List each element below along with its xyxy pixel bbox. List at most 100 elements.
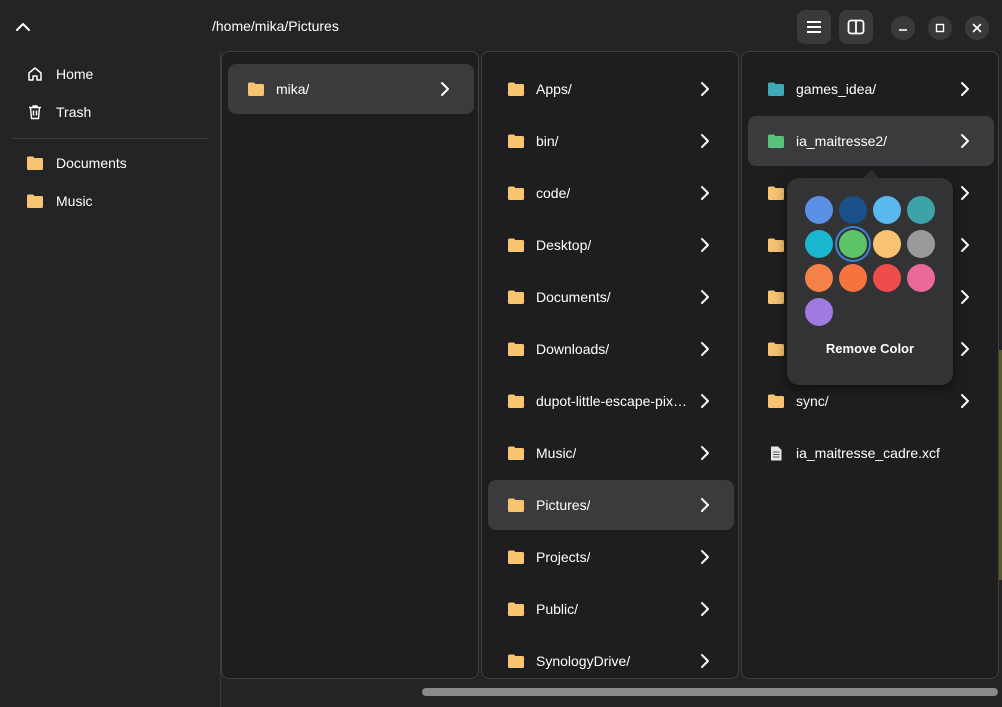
sidebar-item-label: Documents — [56, 155, 127, 171]
list-item[interactable]: Apps/ — [488, 64, 734, 114]
chevron-right-icon — [701, 550, 709, 564]
item-name: ia_maitresse_cadre.xcf — [796, 445, 940, 461]
folder-icon — [508, 550, 524, 564]
folder-icon — [508, 238, 524, 252]
chevron-right-icon — [701, 134, 709, 148]
color-swatch-gray[interactable] — [907, 230, 935, 258]
remove-color-button[interactable]: Remove Color — [787, 341, 953, 356]
minimize-icon — [899, 29, 907, 31]
list-item[interactable]: games_idea/ — [748, 64, 994, 114]
folder-color-popover: Remove Color — [787, 178, 953, 385]
close-icon — [972, 23, 982, 33]
sidebar-item-music[interactable]: Music — [14, 183, 210, 219]
collapse-sidebar-button[interactable] — [10, 14, 36, 40]
folder-icon — [768, 82, 784, 96]
color-swatch-blue[interactable] — [805, 196, 833, 224]
list-item[interactable]: Projects/ — [488, 532, 734, 582]
folder-icon — [508, 446, 524, 460]
list-item[interactable]: bin/ — [488, 116, 734, 166]
item-name: Apps/ — [536, 81, 572, 97]
view-toggle-button[interactable] — [839, 10, 873, 44]
chevron-right-icon — [701, 654, 709, 668]
item-name: Projects/ — [536, 549, 591, 565]
file-icon — [768, 446, 784, 460]
color-swatch-pink[interactable] — [907, 264, 935, 292]
list-item[interactable]: Desktop/ — [488, 220, 734, 270]
chevron-up-icon — [16, 23, 30, 31]
folder-icon — [26, 154, 44, 172]
item-name: Pictures/ — [536, 497, 591, 513]
item-name: mika/ — [276, 81, 310, 97]
close-button[interactable] — [965, 16, 989, 40]
list-item[interactable]: Documents/ — [488, 272, 734, 322]
chevron-right-icon — [701, 394, 709, 408]
item-name: Desktop/ — [536, 237, 592, 253]
folder-icon — [508, 82, 524, 96]
color-swatch-green[interactable] — [839, 230, 867, 258]
list-item[interactable]: Downloads/ — [488, 324, 734, 374]
sidebar-divider — [12, 138, 208, 139]
folder-icon — [768, 238, 784, 252]
folder-icon — [768, 394, 784, 408]
list-item[interactable]: SynologyDrive/ — [488, 636, 734, 678]
list-item[interactable]: code/ — [488, 168, 734, 218]
sidebar: Home Trash Documents Music — [0, 52, 220, 707]
location-path[interactable]: /home/mika/Pictures — [212, 18, 339, 34]
color-swatch-purple[interactable] — [805, 298, 833, 326]
list-item[interactable]: Public/ — [488, 584, 734, 634]
list-item[interactable]: ia_maitresse_cadre.xcf — [748, 428, 994, 478]
file-manager-window: /home/mika/Pictures Home Trash Documents… — [0, 0, 1002, 707]
chevron-right-icon — [701, 446, 709, 460]
list-item[interactable]: ia_maitresse2/ — [748, 116, 994, 166]
chevron-right-icon — [961, 342, 969, 356]
folder-icon — [508, 498, 524, 512]
sidebar-item-documents[interactable]: Documents — [14, 145, 210, 181]
folder-icon — [508, 602, 524, 616]
folder-icon — [768, 186, 784, 200]
color-swatch-teal[interactable] — [907, 196, 935, 224]
chevron-right-icon — [961, 394, 969, 408]
sidebar-item-home[interactable]: Home — [14, 56, 210, 92]
list-item[interactable]: mika/ — [228, 64, 474, 114]
color-swatch-orange[interactable] — [839, 264, 867, 292]
chevron-right-icon — [961, 82, 969, 96]
folder-icon — [768, 290, 784, 304]
chevron-right-icon — [961, 186, 969, 200]
minimize-button[interactable] — [891, 16, 915, 40]
item-name: bin/ — [536, 133, 559, 149]
column-2: Apps/ bin/ code/ Desktop/ Documents/ Dow… — [481, 51, 739, 679]
sidebar-item-label: Music — [56, 193, 93, 209]
sidebar-item-trash[interactable]: Trash — [14, 94, 210, 130]
color-swatch-cyan[interactable] — [805, 230, 833, 258]
list-item[interactable]: Music/ — [488, 428, 734, 478]
color-swatch-light-orange[interactable] — [805, 264, 833, 292]
horizontal-scrollbar[interactable] — [422, 688, 998, 696]
split-view-icon — [847, 19, 865, 35]
hamburger-menu-icon — [807, 21, 821, 33]
maximize-icon — [935, 23, 945, 33]
item-name: Downloads/ — [536, 341, 610, 357]
chevron-right-icon — [701, 290, 709, 304]
item-name: sync/ — [796, 393, 829, 409]
item-name: Documents/ — [536, 289, 611, 305]
sidebar-item-label: Trash — [56, 104, 92, 120]
color-swatch-red[interactable] — [873, 264, 901, 292]
chevron-right-icon — [961, 134, 969, 148]
folder-icon — [508, 290, 524, 304]
item-name: dupot-little-escape-pix… — [536, 393, 687, 409]
color-swatch-dark-blue[interactable] — [839, 196, 867, 224]
list-item[interactable]: dupot-little-escape-pix… — [488, 376, 734, 426]
color-swatch-light-blue[interactable] — [873, 196, 901, 224]
chevron-right-icon — [701, 342, 709, 356]
item-name: code/ — [536, 185, 571, 201]
color-swatch-yellow[interactable] — [873, 230, 901, 258]
chevron-right-icon — [441, 82, 449, 96]
folder-icon — [248, 82, 264, 96]
chevron-right-icon — [701, 602, 709, 616]
maximize-button[interactable] — [928, 16, 952, 40]
menu-button[interactable] — [797, 10, 831, 44]
folder-icon — [768, 342, 784, 356]
list-item[interactable]: Pictures/ — [488, 480, 734, 530]
chevron-right-icon — [961, 290, 969, 304]
chevron-right-icon — [701, 238, 709, 252]
